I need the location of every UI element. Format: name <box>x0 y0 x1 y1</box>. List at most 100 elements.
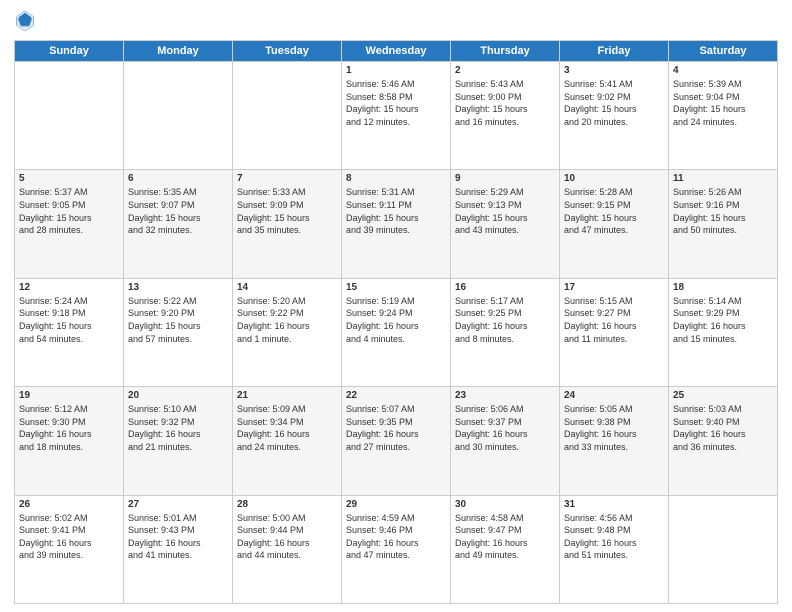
day-info: Sunrise: 5:12 AM Sunset: 9:30 PM Dayligh… <box>19 403 119 453</box>
day-info: Sunrise: 5:29 AM Sunset: 9:13 PM Dayligh… <box>455 186 555 236</box>
day-number: 2 <box>455 65 555 76</box>
day-info: Sunrise: 5:20 AM Sunset: 9:22 PM Dayligh… <box>237 295 337 345</box>
day-number: 26 <box>19 499 119 510</box>
day-cell: 19 Sunrise: 5:12 AM Sunset: 9:30 PM Dayli… <box>15 387 124 495</box>
header <box>14 10 778 32</box>
day-header-sunday: Sunday <box>15 41 124 62</box>
day-number: 23 <box>455 390 555 401</box>
day-number: 8 <box>346 173 446 184</box>
day-info: Sunrise: 5:09 AM Sunset: 9:34 PM Dayligh… <box>237 403 337 453</box>
day-cell <box>233 62 342 170</box>
day-number: 12 <box>19 282 119 293</box>
day-info: Sunrise: 5:01 AM Sunset: 9:43 PM Dayligh… <box>128 512 228 562</box>
day-number: 9 <box>455 173 555 184</box>
day-info: Sunrise: 5:31 AM Sunset: 9:11 PM Dayligh… <box>346 186 446 236</box>
day-cell: 5 Sunrise: 5:37 AM Sunset: 9:05 PM Daylig… <box>15 170 124 278</box>
week-row-1: 5 Sunrise: 5:37 AM Sunset: 9:05 PM Daylig… <box>15 170 778 278</box>
day-cell: 28 Sunrise: 5:00 AM Sunset: 9:44 PM Dayli… <box>233 495 342 603</box>
day-cell: 1 Sunrise: 5:46 AM Sunset: 8:58 PM Daylig… <box>342 62 451 170</box>
day-cell: 7 Sunrise: 5:33 AM Sunset: 9:09 PM Daylig… <box>233 170 342 278</box>
day-info: Sunrise: 5:06 AM Sunset: 9:37 PM Dayligh… <box>455 403 555 453</box>
day-cell: 24 Sunrise: 5:05 AM Sunset: 9:38 PM Dayli… <box>560 387 669 495</box>
day-info: Sunrise: 5:33 AM Sunset: 9:09 PM Dayligh… <box>237 186 337 236</box>
day-cell: 12 Sunrise: 5:24 AM Sunset: 9:18 PM Dayli… <box>15 278 124 386</box>
day-number: 6 <box>128 173 228 184</box>
day-cell: 30 Sunrise: 4:58 AM Sunset: 9:47 PM Dayli… <box>451 495 560 603</box>
day-info: Sunrise: 5:05 AM Sunset: 9:38 PM Dayligh… <box>564 403 664 453</box>
day-number: 14 <box>237 282 337 293</box>
day-cell: 22Sunrise: 5:07 AM Sunset: 9:35 PM Dayli… <box>342 387 451 495</box>
day-number: 11 <box>673 173 773 184</box>
day-number: 24 <box>564 390 664 401</box>
day-info: Sunrise: 5:03 AM Sunset: 9:40 PM Dayligh… <box>673 403 773 453</box>
page: SundayMondayTuesdayWednesdayThursdayFrid… <box>0 0 792 612</box>
day-header-thursday: Thursday <box>451 41 560 62</box>
day-info: Sunrise: 5:02 AM Sunset: 9:41 PM Dayligh… <box>19 512 119 562</box>
day-cell: 29Sunrise: 4:59 AM Sunset: 9:46 PM Dayli… <box>342 495 451 603</box>
day-number: 17 <box>564 282 664 293</box>
day-info: Sunrise: 5:41 AM Sunset: 9:02 PM Dayligh… <box>564 78 664 128</box>
day-cell <box>15 62 124 170</box>
day-cell: 16 Sunrise: 5:17 AM Sunset: 9:25 PM Dayli… <box>451 278 560 386</box>
day-number: 1 <box>346 65 446 76</box>
day-header-tuesday: Tuesday <box>233 41 342 62</box>
day-cell: 13 Sunrise: 5:22 AM Sunset: 9:20 PM Dayli… <box>124 278 233 386</box>
day-number: 29 <box>346 499 446 510</box>
day-number: 21 <box>237 390 337 401</box>
day-cell <box>124 62 233 170</box>
day-cell: 23 Sunrise: 5:06 AM Sunset: 9:37 PM Dayli… <box>451 387 560 495</box>
calendar: SundayMondayTuesdayWednesdayThursdayFrid… <box>14 40 778 604</box>
day-info: Sunrise: 5:00 AM Sunset: 9:44 PM Dayligh… <box>237 512 337 562</box>
day-info: Sunrise: 5:37 AM Sunset: 9:05 PM Dayligh… <box>19 186 119 236</box>
day-cell: 11 Sunrise: 5:26 AM Sunset: 9:16 PM Dayli… <box>669 170 778 278</box>
week-row-2: 12 Sunrise: 5:24 AM Sunset: 9:18 PM Dayli… <box>15 278 778 386</box>
day-header-friday: Friday <box>560 41 669 62</box>
day-cell: 9 Sunrise: 5:29 AM Sunset: 9:13 PM Daylig… <box>451 170 560 278</box>
day-info: Sunrise: 5:35 AM Sunset: 9:07 PM Dayligh… <box>128 186 228 236</box>
day-number: 3 <box>564 65 664 76</box>
day-number: 28 <box>237 499 337 510</box>
day-number: 30 <box>455 499 555 510</box>
day-cell: 18 Sunrise: 5:14 AM Sunset: 9:29 PM Dayli… <box>669 278 778 386</box>
day-number: 22 <box>346 390 446 401</box>
logo-icon <box>14 10 36 32</box>
week-row-0: 1 Sunrise: 5:46 AM Sunset: 8:58 PM Daylig… <box>15 62 778 170</box>
day-number: 10 <box>564 173 664 184</box>
day-cell: 17 Sunrise: 5:15 AM Sunset: 9:27 PM Dayli… <box>560 278 669 386</box>
day-cell: 25 Sunrise: 5:03 AM Sunset: 9:40 PM Dayli… <box>669 387 778 495</box>
day-number: 18 <box>673 282 773 293</box>
week-row-3: 19 Sunrise: 5:12 AM Sunset: 9:30 PM Dayli… <box>15 387 778 495</box>
day-cell: 21 Sunrise: 5:09 AM Sunset: 9:34 PM Dayli… <box>233 387 342 495</box>
day-header-monday: Monday <box>124 41 233 62</box>
day-header-saturday: Saturday <box>669 41 778 62</box>
day-info: Sunrise: 5:24 AM Sunset: 9:18 PM Dayligh… <box>19 295 119 345</box>
day-cell: 20Sunrise: 5:10 AM Sunset: 9:32 PM Dayli… <box>124 387 233 495</box>
header-row: SundayMondayTuesdayWednesdayThursdayFrid… <box>15 41 778 62</box>
day-cell: 31 Sunrise: 4:56 AM Sunset: 9:48 PM Dayli… <box>560 495 669 603</box>
day-cell: 8 Sunrise: 5:31 AM Sunset: 9:11 PM Daylig… <box>342 170 451 278</box>
day-number: 4 <box>673 65 773 76</box>
day-cell: 3 Sunrise: 5:41 AM Sunset: 9:02 PM Daylig… <box>560 62 669 170</box>
day-info: Sunrise: 5:14 AM Sunset: 9:29 PM Dayligh… <box>673 295 773 345</box>
week-row-4: 26 Sunrise: 5:02 AM Sunset: 9:41 PM Dayli… <box>15 495 778 603</box>
day-cell <box>669 495 778 603</box>
day-cell: 10Sunrise: 5:28 AM Sunset: 9:15 PM Dayli… <box>560 170 669 278</box>
day-info: Sunrise: 5:46 AM Sunset: 8:58 PM Dayligh… <box>346 78 446 128</box>
day-number: 5 <box>19 173 119 184</box>
day-number: 19 <box>19 390 119 401</box>
logo <box>14 10 40 32</box>
day-number: 31 <box>564 499 664 510</box>
day-cell: 26 Sunrise: 5:02 AM Sunset: 9:41 PM Dayli… <box>15 495 124 603</box>
day-number: 16 <box>455 282 555 293</box>
day-info: Sunrise: 4:56 AM Sunset: 9:48 PM Dayligh… <box>564 512 664 562</box>
day-number: 13 <box>128 282 228 293</box>
day-number: 25 <box>673 390 773 401</box>
day-cell: 14 Sunrise: 5:20 AM Sunset: 9:22 PM Dayli… <box>233 278 342 386</box>
day-number: 7 <box>237 173 337 184</box>
day-info: Sunrise: 5:17 AM Sunset: 9:25 PM Dayligh… <box>455 295 555 345</box>
day-info: Sunrise: 5:26 AM Sunset: 9:16 PM Dayligh… <box>673 186 773 236</box>
day-info: Sunrise: 5:15 AM Sunset: 9:27 PM Dayligh… <box>564 295 664 345</box>
day-info: Sunrise: 4:58 AM Sunset: 9:47 PM Dayligh… <box>455 512 555 562</box>
day-info: Sunrise: 5:22 AM Sunset: 9:20 PM Dayligh… <box>128 295 228 345</box>
day-cell: 6 Sunrise: 5:35 AM Sunset: 9:07 PM Daylig… <box>124 170 233 278</box>
